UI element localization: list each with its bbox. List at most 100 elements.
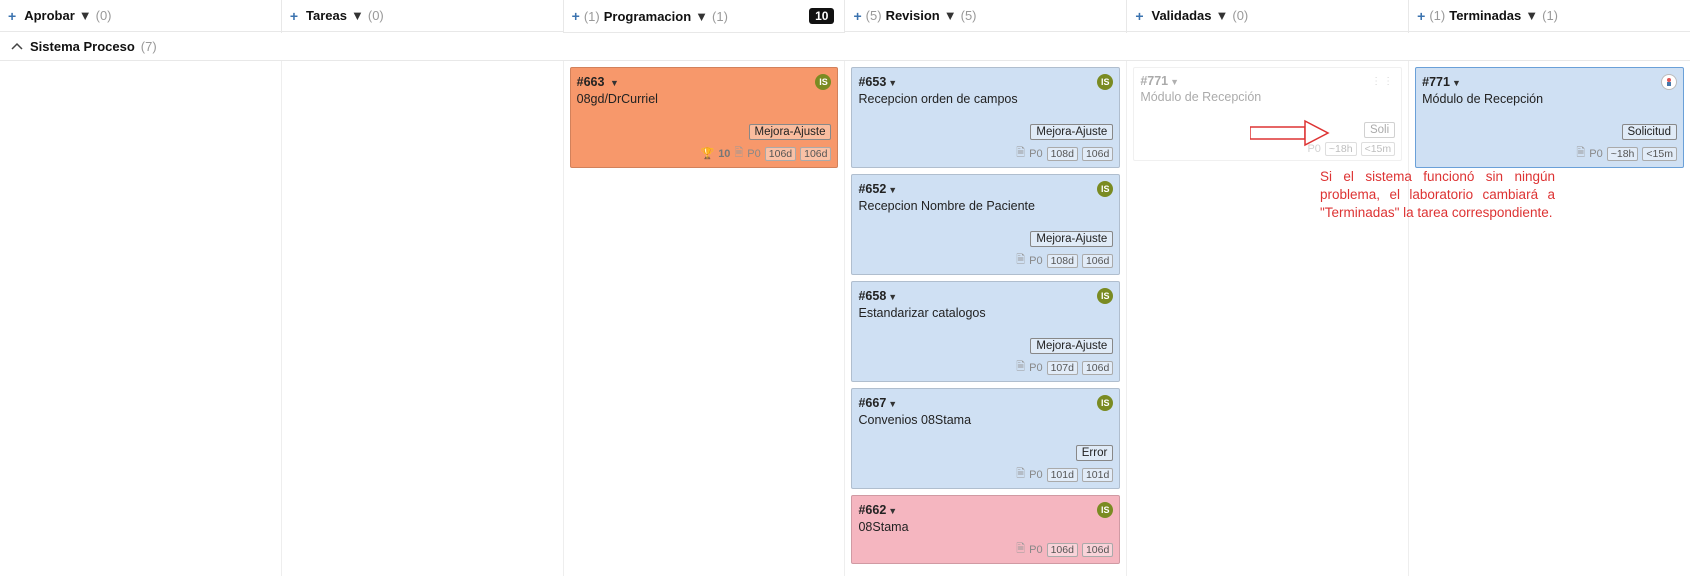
card-id[interactable]: #667 — [858, 396, 886, 410]
document-icon: 🗎 — [1016, 465, 1025, 484]
caret-down-icon[interactable]: ▼ — [351, 8, 364, 23]
header-title: Aprobar — [24, 8, 75, 23]
trophy-icon: 🏆 — [700, 147, 714, 160]
column-header[interactable]: + Aprobar ▼ (0) — [0, 0, 281, 32]
caret-down-icon[interactable]: ▼ — [695, 9, 708, 24]
header-title: Programacion — [604, 9, 691, 24]
age-pill: 106d — [765, 147, 796, 161]
card-tag: Mejora-Ajuste — [1030, 124, 1113, 140]
assignee-avatar[interactable]: IS — [1097, 74, 1113, 90]
card-tag: Error — [1076, 445, 1114, 461]
add-icon[interactable]: + — [1135, 9, 1143, 23]
card[interactable]: #667▼ IS Convenios 08Stama Error 🗎 P0 10… — [851, 388, 1120, 489]
card-id[interactable]: #658 — [858, 289, 886, 303]
cell-aprobar[interactable] — [0, 61, 282, 576]
card-priority: P0 — [1029, 469, 1042, 481]
caret-down-icon[interactable]: ▼ — [888, 78, 897, 88]
column-header[interactable]: + (1) Programacion ▼ (1) 10 — [564, 0, 845, 33]
cell-programacion[interactable]: #663 ▼ IS 08gd/DrCurriel Mejora-Ajuste 🏆… — [564, 61, 846, 576]
column-programacion: + (1) Programacion ▼ (1) 10 — [564, 0, 846, 33]
assignee-avatar[interactable]: IS — [1097, 288, 1113, 304]
caret-down-icon[interactable]: ▼ — [1452, 78, 1461, 88]
card-id[interactable]: #771 — [1422, 75, 1450, 89]
column-header[interactable]: + (5) Revision ▼ (5) — [845, 0, 1126, 32]
age-pill: <15m — [1361, 142, 1396, 156]
caret-down-icon[interactable]: ▼ — [1525, 8, 1538, 23]
card-priority: P0 — [1307, 143, 1320, 155]
card-priority: P0 — [1029, 148, 1042, 160]
card-title: Convenios 08Stama — [858, 413, 1113, 427]
document-icon: 🗎 — [1016, 144, 1025, 163]
card[interactable]: #652▼ IS Recepcion Nombre de Paciente Me… — [851, 174, 1120, 275]
column-header[interactable]: + (1) Terminadas ▼ (1) — [1409, 0, 1690, 32]
collapse-icon[interactable] — [10, 40, 24, 54]
caret-down-icon[interactable]: ▼ — [888, 399, 897, 409]
card-priority: P0 — [747, 148, 760, 160]
caret-down-icon[interactable]: ▼ — [888, 292, 897, 302]
caret-down-icon[interactable]: ▼ — [944, 8, 957, 23]
caret-down-icon[interactable]: ▼ — [888, 506, 897, 516]
age-pill: 101d — [1047, 468, 1078, 482]
age-pill: ~18h — [1325, 142, 1357, 156]
cell-terminadas[interactable]: #771▼ Módulo de Recepción Solicitud 🗎 P0… — [1409, 61, 1690, 576]
assignee-avatar[interactable]: IS — [1097, 502, 1113, 518]
age-pill: 106d — [1082, 361, 1113, 375]
card-tag: Soli — [1364, 122, 1395, 138]
column-header[interactable]: + Tareas ▼ (0) — [282, 0, 563, 32]
card[interactable]: #662▼ IS 08Stama 🗎 P0 106d 106d — [851, 495, 1120, 564]
assignee-avatar[interactable]: IS — [1097, 181, 1113, 197]
card-priority: P0 — [1589, 148, 1602, 160]
header-post: (0) — [1232, 8, 1248, 23]
caret-down-icon[interactable]: ▼ — [79, 8, 92, 23]
card-id[interactable]: #652 — [858, 182, 886, 196]
add-icon[interactable]: + — [1417, 9, 1425, 23]
document-icon: 🗎 — [1016, 540, 1025, 559]
header-title: Tareas — [306, 8, 347, 23]
header-post: (0) — [96, 8, 112, 23]
add-icon[interactable]: + — [572, 9, 580, 23]
swimlane-header[interactable]: Sistema Proceso (7) — [0, 33, 1690, 61]
caret-down-icon[interactable]: ▼ — [888, 185, 897, 195]
card-title: 08gd/DrCurriel — [577, 92, 832, 106]
header-title: Terminadas — [1449, 8, 1521, 23]
assignee-avatar[interactable]: IS — [1097, 395, 1113, 411]
card-id[interactable]: #662 — [858, 503, 886, 517]
swimlane-name: Sistema Proceso — [30, 39, 135, 54]
assignee-avatar[interactable]: IS — [815, 74, 831, 90]
column-validadas: + Validadas ▼ (0) — [1127, 0, 1409, 33]
card[interactable]: #663 ▼ IS 08gd/DrCurriel Mejora-Ajuste 🏆… — [570, 67, 839, 168]
add-icon[interactable]: + — [853, 9, 861, 23]
column-header[interactable]: + Validadas ▼ (0) — [1127, 0, 1408, 32]
wip-badge: 10 — [809, 8, 834, 24]
cell-tareas[interactable] — [282, 61, 564, 576]
age-pill: 106d — [1082, 147, 1113, 161]
swimlane-cards: #663 ▼ IS 08gd/DrCurriel Mejora-Ajuste 🏆… — [0, 61, 1690, 576]
header-post: (1) — [712, 9, 728, 24]
card[interactable]: #658▼ IS Estandarizar catalogos Mejora-A… — [851, 281, 1120, 382]
caret-down-icon[interactable]: ▼ — [610, 78, 619, 88]
card[interactable]: #653▼ IS Recepcion orden de campos Mejor… — [851, 67, 1120, 168]
age-pill: 106d — [1082, 543, 1113, 557]
age-pill: ~18h — [1607, 147, 1639, 161]
add-icon[interactable]: + — [8, 9, 16, 23]
header-post: (0) — [368, 8, 384, 23]
document-icon: 🗎 — [734, 144, 743, 163]
card-id: #771 — [1140, 74, 1168, 88]
caret-down-icon: ▼ — [1170, 77, 1179, 87]
card-title: Recepcion Nombre de Paciente — [858, 199, 1113, 213]
age-pill: 107d — [1047, 361, 1078, 375]
card-priority: P0 — [1029, 255, 1042, 267]
cell-validadas[interactable]: #771▼ ⋮⋮ Módulo de Recepción Soli P0 ~18… — [1127, 61, 1409, 576]
card-title: 08Stama — [858, 520, 1113, 534]
card-id[interactable]: #653 — [858, 75, 886, 89]
assignee-avatar[interactable] — [1661, 74, 1677, 90]
document-icon: 🗎 — [1016, 251, 1025, 270]
age-pill: 108d — [1047, 147, 1078, 161]
caret-down-icon[interactable]: ▼ — [1215, 8, 1228, 23]
card-tag: Solicitud — [1622, 124, 1677, 140]
cell-revision[interactable]: #653▼ IS Recepcion orden de campos Mejor… — [845, 61, 1127, 576]
add-icon[interactable]: + — [290, 9, 298, 23]
card[interactable]: #771▼ Módulo de Recepción Solicitud 🗎 P0… — [1415, 67, 1684, 168]
swimlane-count: (7) — [141, 39, 157, 54]
card-id[interactable]: #663 — [577, 75, 605, 89]
